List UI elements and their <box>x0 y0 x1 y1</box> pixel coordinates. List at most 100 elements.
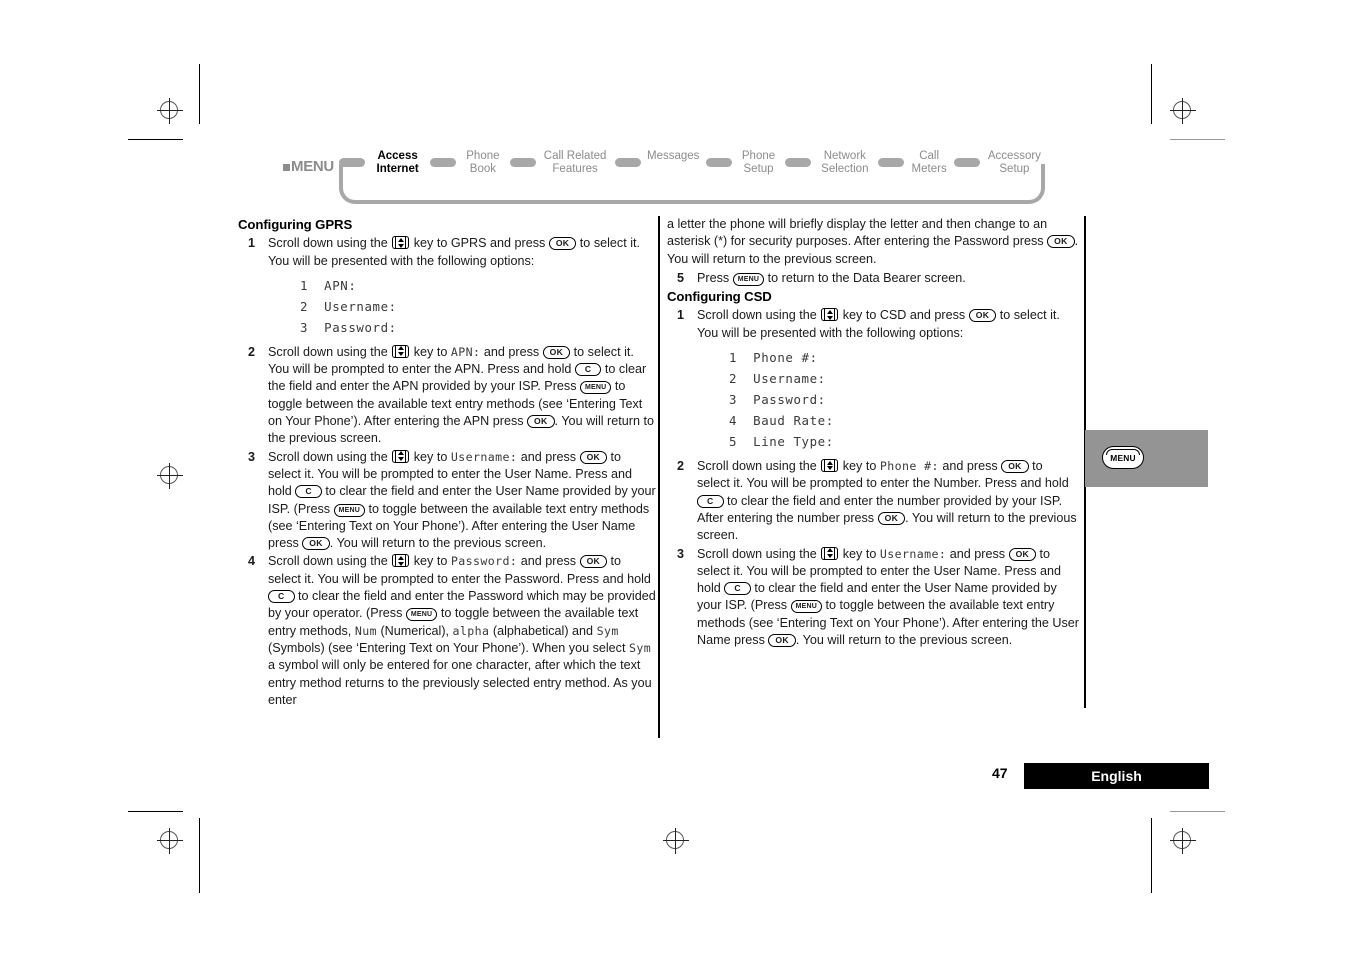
list-item: 1 Scroll down using the key to CSD and p… <box>667 307 1079 452</box>
list-item: 4 Baud Rate: <box>729 413 834 429</box>
trim-mark-top-right-v <box>1151 64 1152 124</box>
step-text-part: Scroll down using the <box>697 459 821 474</box>
step-text-part: . You will return to the previous screen… <box>795 633 1013 648</box>
step-text: Scroll down using the key to Username: a… <box>268 449 656 553</box>
menu-item-username: Username: <box>879 546 947 561</box>
step-text-part: Scroll down using the <box>268 554 392 569</box>
ok-key-icon: OK <box>548 237 577 251</box>
nav-scroll-key-icon <box>821 546 839 560</box>
step-text-part: and press <box>480 344 543 359</box>
breadcrumb-item-accessory-setup[interactable]: Accessory Setup <box>984 150 1045 176</box>
column-divider-center <box>658 216 660 738</box>
ok-key-icon: OK <box>579 555 608 569</box>
language-badge: English <box>1024 763 1209 789</box>
nav-scroll-key-icon <box>392 554 410 568</box>
registration-mark-top-right <box>1170 98 1196 124</box>
step-text-part: Scroll down using the <box>697 546 821 561</box>
list-item: 1 APN: <box>300 277 357 293</box>
list-item: 3 Scroll down using the key to Username:… <box>667 546 1079 650</box>
registration-hline <box>1170 840 1196 841</box>
clear-key-icon: C <box>697 494 724 508</box>
step-text-part: key to <box>410 344 451 359</box>
ok-key-icon: OK <box>579 450 608 464</box>
registration-mark-mid-left <box>157 463 183 489</box>
gprs-options-list: 1 APN: 2 Username: 3 Password: <box>268 275 656 338</box>
list-item: 5 Press MENU to return to the Data Beare… <box>667 270 1079 287</box>
step-text: Scroll down using the key to Username: a… <box>697 546 1079 650</box>
list-item: 5 Line Type: <box>729 434 834 450</box>
menu-key-icon: MENU <box>405 608 438 622</box>
nav-scroll-key-icon <box>392 344 410 358</box>
step-text-part: key to GPRS and press <box>410 236 549 251</box>
ok-key-icon: OK <box>1001 460 1029 474</box>
breadcrumb-item-network-selection[interactable]: Network Selection <box>815 150 874 176</box>
registration-hline <box>1170 110 1196 111</box>
side-tab-label: MENU <box>1110 452 1136 463</box>
list-item: 2 Username: <box>729 371 826 387</box>
ok-key-icon: OK <box>1047 235 1075 249</box>
gprs-steps-continued: 5 Press MENU to return to the Data Beare… <box>667 270 1079 287</box>
list-item: 2 Username: <box>300 298 397 314</box>
step-text-part: and press <box>517 554 580 569</box>
ok-key-icon: OK <box>877 511 906 525</box>
breadcrumb-connector-icon <box>878 158 905 167</box>
step-text-part: Press <box>697 270 733 285</box>
registration-vline <box>1182 828 1183 854</box>
registration-mark-bottom-right <box>1170 828 1196 854</box>
breadcrumb-connector-icon <box>705 158 732 167</box>
entry-method-sym: Sym <box>596 623 619 638</box>
trim-mark-top-right-h <box>1170 139 1225 140</box>
section-heading-configuring-gprs: Configuring GPRS <box>238 217 353 232</box>
list-item: 2 Scroll down using the key to APN: and … <box>238 344 656 448</box>
registration-hline <box>157 475 183 476</box>
breadcrumb-connector-icon <box>614 158 641 167</box>
ok-key-icon: OK <box>968 309 997 323</box>
list-item: 3 Password: <box>729 392 826 408</box>
right-column: a letter the phone will briefly display … <box>667 216 1079 650</box>
breadcrumb-item-call-meters[interactable]: Call Meters <box>908 150 949 176</box>
step-text: Scroll down using the key to Phone #: an… <box>697 458 1079 544</box>
step-text-part: Scroll down using the <box>268 236 392 251</box>
registration-vline <box>169 828 170 854</box>
trim-mark-bottom-right-v <box>1151 818 1152 893</box>
step-text: Scroll down using the key to APN: and pr… <box>268 344 656 448</box>
breadcrumb-item-access-internet[interactable]: Access Internet <box>369 150 426 176</box>
step-text-part: (Symbols) (see ‘Entering Text on Your Ph… <box>268 640 629 655</box>
menu-item-username: Username: <box>450 449 518 464</box>
breadcrumb-item-messages[interactable]: Messages <box>645 150 702 163</box>
list-item: 1 Phone #: <box>729 350 818 366</box>
registration-vline <box>1182 98 1183 124</box>
square-bullet-icon <box>283 163 290 171</box>
ok-key-icon: OK <box>768 634 796 648</box>
menu-key-icon: MENU <box>1102 446 1144 469</box>
ok-key-icon: OK <box>1008 547 1037 561</box>
trim-mark-bottom-left-h <box>128 811 183 812</box>
ok-key-icon: OK <box>302 537 330 551</box>
menu-breadcrumb-bar: MENU Access Internet Phone Book Call Relat… <box>283 150 1049 206</box>
list-item: 3 Scroll down using the key to Username:… <box>238 449 656 553</box>
ok-key-icon: OK <box>527 415 555 429</box>
nav-scroll-key-icon <box>821 308 839 322</box>
step-number: 3 <box>248 449 256 464</box>
step-text-part: key to <box>839 459 880 474</box>
step-text-part: key to CSD and press <box>839 308 969 323</box>
step-text-part: (alphabetical) and <box>489 623 597 638</box>
step-text-part: . You will return to the previous screen… <box>329 536 547 551</box>
breadcrumb-item-phone-setup[interactable]: Phone Setup <box>736 150 781 176</box>
entry-method-sym: Sym <box>628 640 652 655</box>
breadcrumb-item-phone-book[interactable]: Phone Book <box>460 150 505 176</box>
entry-method-alpha: alpha <box>452 623 490 638</box>
breadcrumb-item-call-related-features[interactable]: Call Related Features <box>540 150 611 176</box>
registration-vline <box>169 98 170 124</box>
clear-key-icon: C <box>268 590 295 604</box>
step-number: 5 <box>677 270 685 285</box>
ok-key-icon: OK <box>542 345 571 359</box>
step-text-part: Scroll down using the <box>697 308 821 323</box>
registration-hline <box>157 840 183 841</box>
breadcrumb-connector-icon <box>430 158 457 167</box>
step-text-part: and press <box>938 459 1002 474</box>
page-number: 47 <box>992 765 1008 781</box>
registration-hline <box>663 840 689 841</box>
breadcrumb-items: Access Internet Phone Book Call Related Fea… <box>339 150 1045 190</box>
csd-steps-list: 1 Scroll down using the key to CSD and p… <box>667 307 1079 649</box>
